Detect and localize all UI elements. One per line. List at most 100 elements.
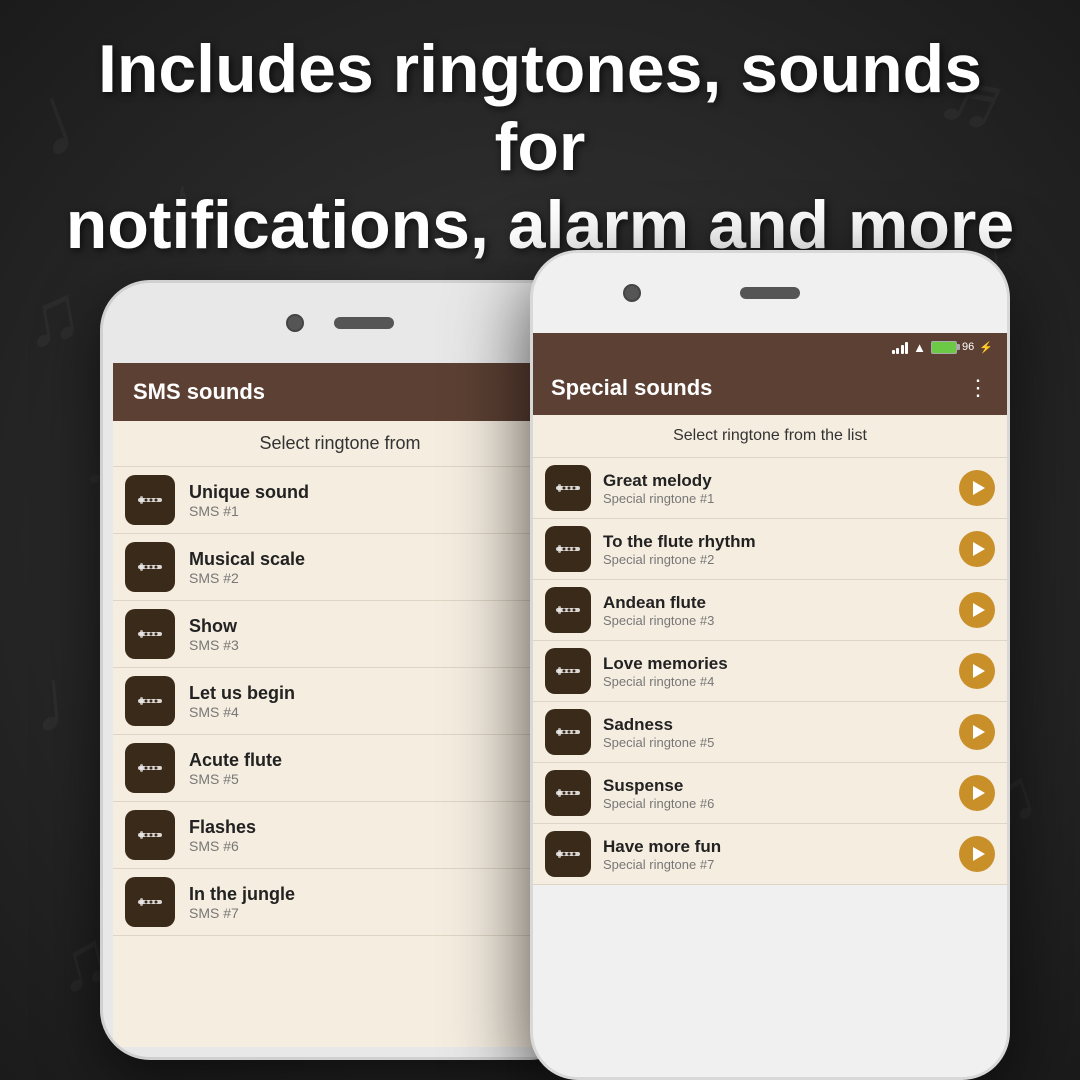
- sms-item-title: Let us begin: [189, 683, 295, 704]
- battery-icon: [931, 341, 957, 354]
- sms-item-sub: SMS #2: [189, 570, 305, 586]
- play-button-1[interactable]: [959, 470, 995, 506]
- front-camera: [623, 284, 641, 302]
- sms-list-item[interactable]: Unique sound SMS #1: [113, 467, 567, 534]
- front-speaker: [740, 287, 800, 299]
- special-item-text: Have more fun Special ringtone #7: [603, 837, 947, 872]
- special-item-title: To the flute rhythm: [603, 532, 947, 552]
- special-item-text: Great melody Special ringtone #1: [603, 471, 947, 506]
- charging-icon: ⚡: [979, 341, 993, 354]
- play-button-6[interactable]: [959, 775, 995, 811]
- special-item-sub: Special ringtone #1: [603, 491, 947, 506]
- special-item-text: Sadness Special ringtone #5: [603, 715, 947, 750]
- special-list-item[interactable]: Love memories Special ringtone #4: [533, 641, 1007, 702]
- phone-front-top-bar: [533, 253, 1007, 333]
- sms-item-text: Flashes SMS #6: [189, 817, 256, 854]
- sms-item-sub: SMS #4: [189, 704, 295, 720]
- special-item-title: Sadness: [603, 715, 947, 735]
- sms-item-text: Let us begin SMS #4: [189, 683, 295, 720]
- sms-header-title: SMS sounds: [133, 379, 265, 404]
- sms-item-icon: [125, 542, 175, 592]
- sms-list-item[interactable]: In the jungle SMS #7: [113, 869, 567, 936]
- play-button-3[interactable]: [959, 592, 995, 628]
- special-item-text: To the flute rhythm Special ringtone #2: [603, 532, 947, 567]
- play-button-7[interactable]: [959, 836, 995, 872]
- sms-item-text: Unique sound SMS #1: [189, 482, 309, 519]
- special-item-sub: Special ringtone #6: [603, 796, 947, 811]
- menu-dots-button[interactable]: ⋮: [967, 375, 989, 401]
- special-list-item[interactable]: Sadness Special ringtone #5: [533, 702, 1007, 763]
- sms-item-sub: SMS #3: [189, 637, 239, 653]
- sms-list-item[interactable]: Acute flute SMS #5: [113, 735, 567, 802]
- phones-container: SMS sounds Select ringtone from Unique s…: [50, 250, 1030, 1080]
- special-list-item[interactable]: Great melody Special ringtone #1: [533, 458, 1007, 519]
- special-header-title: Special sounds: [551, 375, 712, 401]
- headline: Includes ringtones, sounds for notificat…: [0, 30, 1080, 265]
- special-item-sub: Special ringtone #3: [603, 613, 947, 628]
- special-list-item[interactable]: To the flute rhythm Special ringtone #2: [533, 519, 1007, 580]
- phone-back-screen: SMS sounds Select ringtone from Unique s…: [113, 363, 567, 1047]
- sms-list: Unique sound SMS #1 Musical scale SMS #2…: [113, 467, 567, 936]
- sms-item-icon: [125, 877, 175, 927]
- special-list: Great melody Special ringtone #1 To the …: [533, 458, 1007, 885]
- sms-item-sub: SMS #1: [189, 503, 309, 519]
- special-item-sub: Special ringtone #2: [603, 552, 947, 567]
- sms-item-text: Musical scale SMS #2: [189, 549, 305, 586]
- special-item-title: Love memories: [603, 654, 947, 674]
- play-button-5[interactable]: [959, 714, 995, 750]
- sms-item-icon: [125, 609, 175, 659]
- special-app-header: Special sounds ⋮: [533, 361, 1007, 415]
- special-item-icon: [545, 770, 591, 816]
- special-item-icon: [545, 709, 591, 755]
- sms-item-title: Flashes: [189, 817, 256, 838]
- sms-item-title: Unique sound: [189, 482, 309, 503]
- sms-item-sub: SMS #6: [189, 838, 256, 854]
- sms-item-title: Musical scale: [189, 549, 305, 570]
- battery-percent: 96: [962, 341, 974, 353]
- special-item-sub: Special ringtone #5: [603, 735, 947, 750]
- sms-item-text: Show SMS #3: [189, 616, 239, 653]
- sms-item-icon: [125, 676, 175, 726]
- special-list-item[interactable]: Andean flute Special ringtone #3: [533, 580, 1007, 641]
- special-item-icon: [545, 587, 591, 633]
- special-item-title: Andean flute: [603, 593, 947, 613]
- special-subtitle: Select ringtone from the list: [533, 415, 1007, 458]
- special-item-title: Suspense: [603, 776, 947, 796]
- sms-item-title: Show: [189, 616, 239, 637]
- special-item-text: Suspense Special ringtone #6: [603, 776, 947, 811]
- headline-line1: Includes ringtones, sounds for: [98, 31, 982, 185]
- special-item-sub: Special ringtone #4: [603, 674, 947, 689]
- special-item-icon: [545, 465, 591, 511]
- sms-item-sub: SMS #7: [189, 905, 295, 921]
- signal-icon: [892, 340, 909, 354]
- sms-list-item[interactable]: Flashes SMS #6: [113, 802, 567, 869]
- sms-list-item[interactable]: Musical scale SMS #2: [113, 534, 567, 601]
- back-speaker: [334, 317, 394, 329]
- sms-subtitle: Select ringtone from: [113, 421, 567, 467]
- special-item-text: Andean flute Special ringtone #3: [603, 593, 947, 628]
- play-button-4[interactable]: [959, 653, 995, 689]
- special-item-text: Love memories Special ringtone #4: [603, 654, 947, 689]
- wifi-icon: ▲: [913, 340, 926, 355]
- sms-item-icon: [125, 743, 175, 793]
- sms-item-text: Acute flute SMS #5: [189, 750, 282, 787]
- status-icons: ▲ 96 ⚡: [892, 340, 993, 355]
- phone-back: SMS sounds Select ringtone from Unique s…: [100, 280, 580, 1060]
- sms-item-title: Acute flute: [189, 750, 282, 771]
- special-list-item[interactable]: Suspense Special ringtone #6: [533, 763, 1007, 824]
- special-list-item[interactable]: Have more fun Special ringtone #7: [533, 824, 1007, 885]
- phone-back-top-bar: [103, 283, 577, 363]
- sms-item-text: In the jungle SMS #7: [189, 884, 295, 921]
- sms-item-title: In the jungle: [189, 884, 295, 905]
- sms-item-icon: [125, 810, 175, 860]
- special-item-sub: Special ringtone #7: [603, 857, 947, 872]
- play-button-2[interactable]: [959, 531, 995, 567]
- sms-list-item[interactable]: Let us begin SMS #4: [113, 668, 567, 735]
- special-item-title: Have more fun: [603, 837, 947, 857]
- sms-app-header: SMS sounds: [113, 363, 567, 421]
- sms-item-sub: SMS #5: [189, 771, 282, 787]
- status-bar: ▲ 96 ⚡: [533, 333, 1007, 361]
- back-camera: [286, 314, 304, 332]
- sms-list-item[interactable]: Show SMS #3: [113, 601, 567, 668]
- special-item-icon: [545, 526, 591, 572]
